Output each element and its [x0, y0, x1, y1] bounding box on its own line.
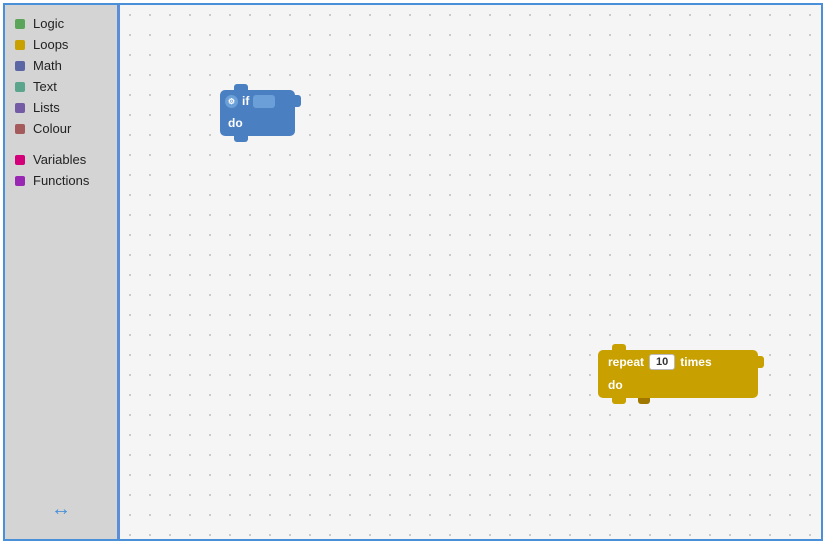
do-label: do: [228, 116, 243, 130]
main-container: Logic Loops Math Text Lists Colour Varia…: [3, 3, 823, 541]
sidebar-item-logic[interactable]: Logic: [5, 13, 117, 34]
math-color-dot: [15, 61, 25, 71]
functions-color-dot: [15, 176, 25, 186]
repeat-do-label: do: [608, 378, 623, 392]
sidebar-item-colour[interactable]: Colour: [5, 118, 117, 139]
if-block[interactable]: ⚙ if do: [220, 90, 295, 136]
sidebar-item-logic-label: Logic: [33, 16, 64, 31]
logic-color-dot: [15, 19, 25, 29]
if-label: if: [242, 94, 249, 108]
sidebar-item-colour-label: Colour: [33, 121, 71, 136]
resize-handle[interactable]: ↔: [51, 498, 71, 521]
sidebar-item-text[interactable]: Text: [5, 76, 117, 97]
gear-icon[interactable]: ⚙: [225, 95, 238, 108]
sidebar-item-math[interactable]: Math: [5, 55, 117, 76]
variables-color-dot: [15, 155, 25, 165]
sidebar-item-functions[interactable]: Functions: [5, 170, 117, 191]
sidebar-item-math-label: Math: [33, 58, 62, 73]
sidebar-item-lists-label: Lists: [33, 100, 60, 115]
if-condition-slot: [253, 95, 275, 108]
sidebar-item-variables-label: Variables: [33, 152, 86, 167]
colour-color-dot: [15, 124, 25, 134]
repeat-block[interactable]: repeat 10 times do: [598, 350, 758, 398]
repeat-number-input[interactable]: 10: [649, 354, 675, 370]
sidebar-item-loops[interactable]: Loops: [5, 34, 117, 55]
block-canvas[interactable]: ⚙ if do repeat 10 t: [120, 5, 821, 539]
text-color-dot: [15, 82, 25, 92]
sidebar-item-lists[interactable]: Lists: [5, 97, 117, 118]
sidebar: Logic Loops Math Text Lists Colour Varia…: [5, 5, 120, 539]
sidebar-item-text-label: Text: [33, 79, 57, 94]
resize-arrow-icon: ↔: [51, 498, 71, 520]
lists-color-dot: [15, 103, 25, 113]
repeat-label: repeat: [608, 355, 644, 369]
loops-color-dot: [15, 40, 25, 50]
sidebar-item-loops-label: Loops: [33, 37, 68, 52]
sidebar-item-functions-label: Functions: [33, 173, 89, 188]
sidebar-item-variables[interactable]: Variables: [5, 149, 117, 170]
times-label: times: [680, 355, 711, 369]
